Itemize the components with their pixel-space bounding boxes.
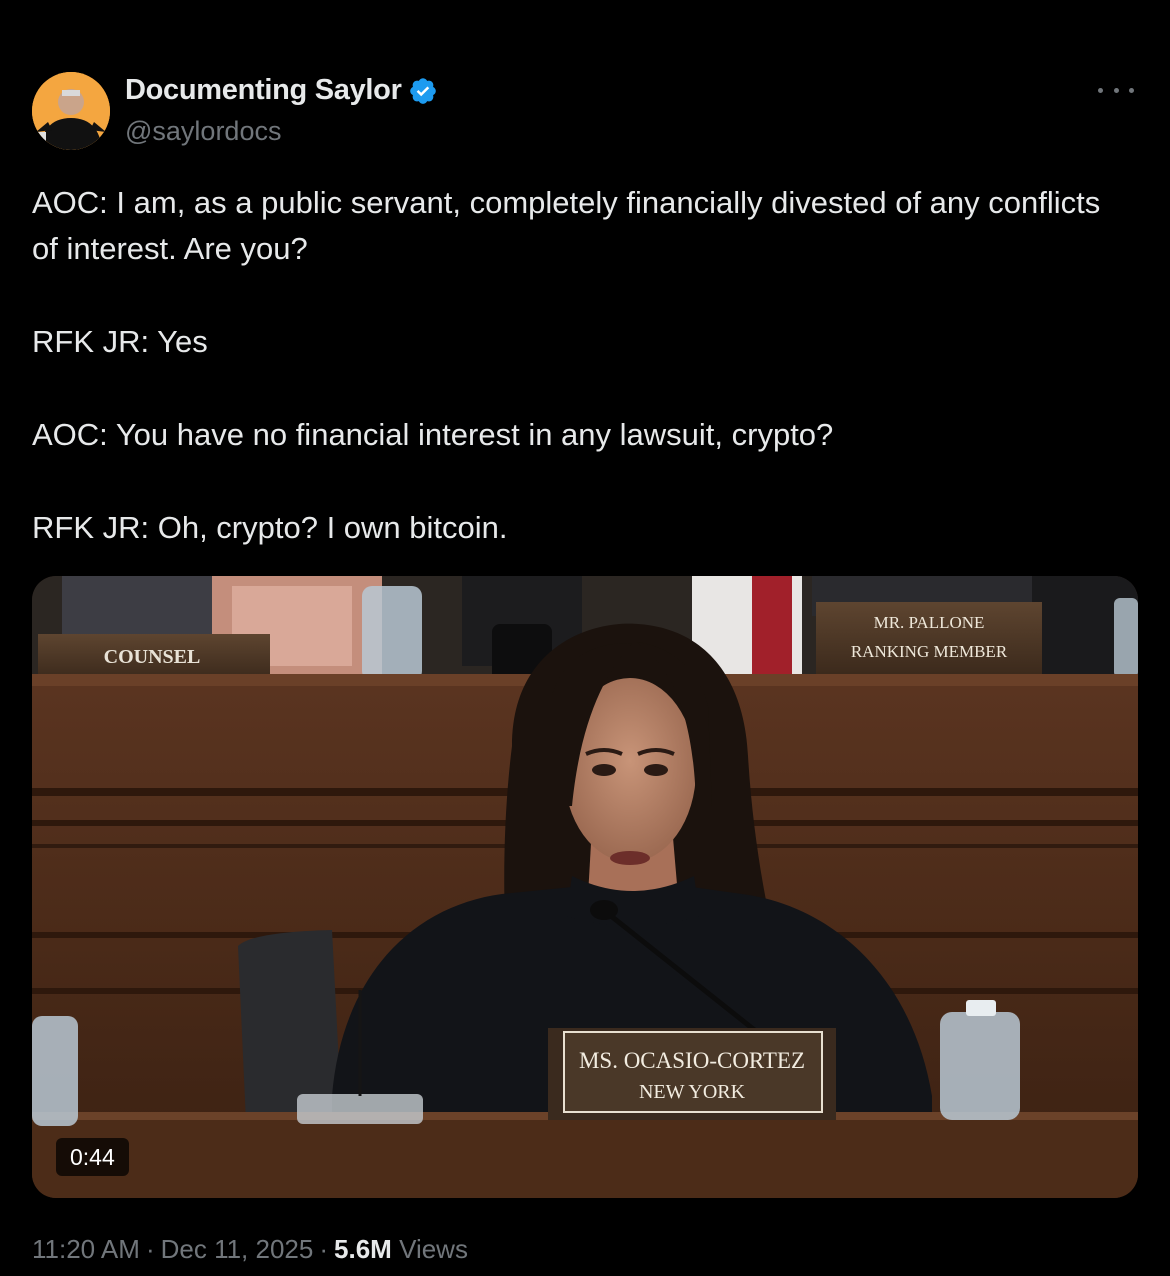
nameplate-line2: NEW YORK [639, 1081, 746, 1103]
tweet-line: RFK JR: Oh, crypto? I own bitcoin. [32, 510, 508, 545]
profile-avatar[interactable] [32, 72, 110, 150]
video-duration-badge: 0:44 [56, 1138, 129, 1176]
video-player[interactable]: COUNSEL MR. PALLONE RANKING MEMBER MS. O… [32, 576, 1138, 1198]
meta-separator: · [319, 1234, 329, 1264]
video-thumbnail: COUNSEL MR. PALLONE RANKING MEMBER MS. O… [32, 576, 1138, 1198]
tweet-meta: 11:20 AM · Dec 11, 2025 · 5.6M Views [32, 1234, 468, 1265]
nameplate-line1: MS. OCASIO-CORTEZ [579, 1048, 805, 1073]
author-handle[interactable]: @saylordocs [125, 116, 281, 147]
ranking-placard-line1: MR. PALLONE [874, 613, 985, 632]
views-count[interactable]: 5.6M [334, 1234, 392, 1264]
more-dot [1129, 87, 1134, 93]
avatar-image [32, 72, 110, 150]
more-dot [1098, 87, 1103, 93]
ranking-placard-line2: RANKING MEMBER [851, 642, 1008, 661]
tweet-time[interactable]: 11:20 AM [32, 1234, 140, 1264]
more-dot [1113, 87, 1119, 93]
tweet-text: AOC: I am, as a public servant, complete… [32, 180, 1132, 551]
verified-badge-icon [409, 77, 436, 104]
tweet-date[interactable]: Dec 11, 2025 [161, 1234, 314, 1264]
author-display-name[interactable]: Documenting Saylor [125, 74, 402, 107]
views-label: Views [399, 1234, 468, 1264]
tweet-line: AOC: I am, as a public servant, complete… [32, 185, 1109, 266]
counsel-placard: COUNSEL [104, 646, 201, 668]
tweet-line: AOC: You have no financial interest in a… [32, 417, 834, 452]
tweet-line: RFK JR: Yes [32, 324, 208, 359]
more-options-icon[interactable] [1098, 78, 1134, 102]
tweet: Documenting Saylor @saylordocs AOC: I am… [0, 0, 1170, 1276]
meta-separator: · [145, 1234, 155, 1264]
